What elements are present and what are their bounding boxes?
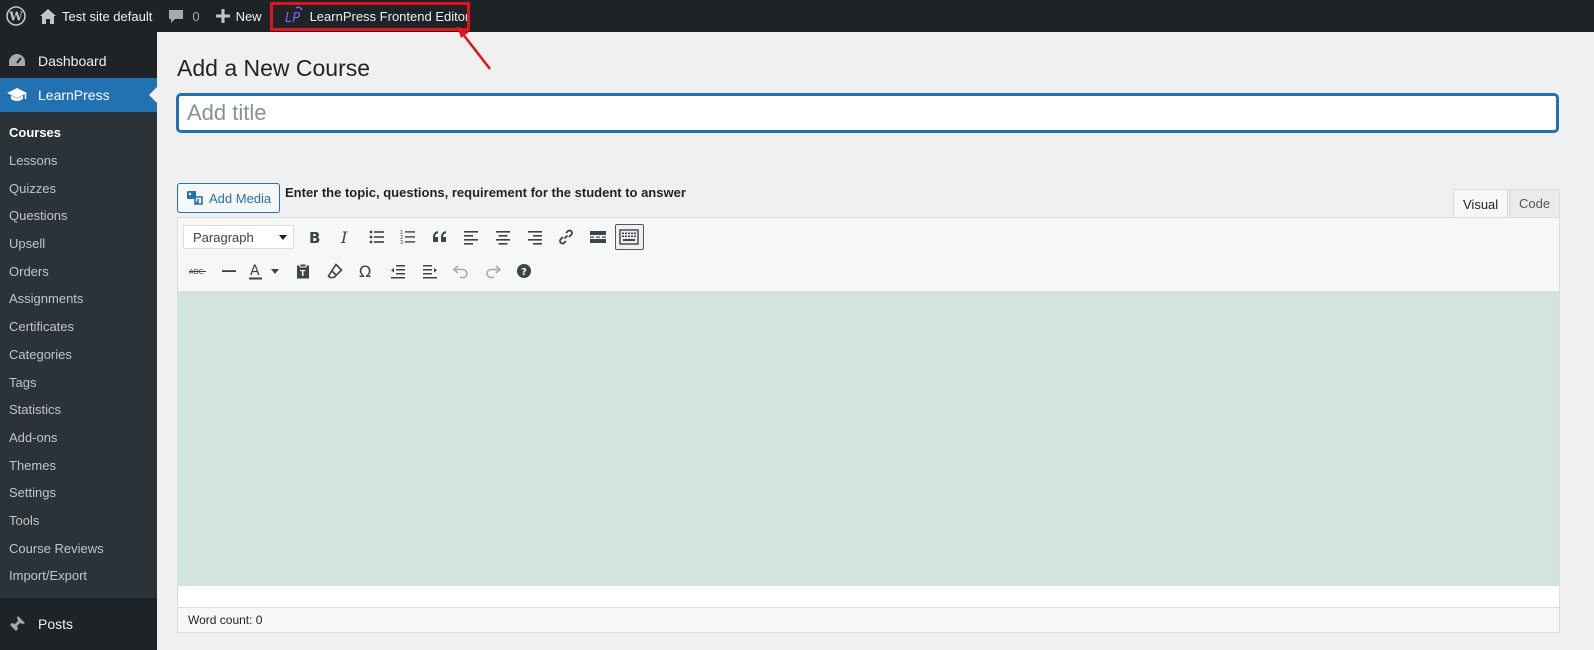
site-name-link[interactable]: Test site default <box>32 0 160 32</box>
page-title: Add a New Course <box>177 55 371 81</box>
link-icon[interactable] <box>552 224 581 250</box>
bold-icon[interactable]: B <box>299 224 328 250</box>
submenu-item-add-ons[interactable]: Add-ons <box>0 424 157 452</box>
menu-learnpress[interactable]: LearnPress <box>0 78 157 112</box>
editor-toolbar: Paragraph B I 123 ABC A T <box>178 218 1559 292</box>
toolbar-row-1: Paragraph B I 123 <box>183 224 647 250</box>
helper-text: Enter the topic, questions, requirement … <box>285 185 686 200</box>
redo-icon[interactable] <box>478 258 507 284</box>
menu-dashboard[interactable]: Dashboard <box>0 44 157 78</box>
caret-down-icon <box>279 234 287 240</box>
submenu-item-themes[interactable]: Themes <box>0 451 157 479</box>
svg-text:?: ? <box>522 267 528 278</box>
italic-icon[interactable]: I <box>331 224 360 250</box>
clear-formatting-icon[interactable] <box>320 258 349 284</box>
submenu-item-orders[interactable]: Orders <box>0 257 157 285</box>
tab-code[interactable]: Code <box>1509 189 1561 217</box>
site-name: Test site default <box>62 8 153 24</box>
indent-icon[interactable] <box>415 258 444 284</box>
learnpress-submenu: Courses Lessons Quizzes Questions Upsell… <box>0 112 157 598</box>
bullet-list-icon[interactable] <box>362 224 391 250</box>
media-icon <box>186 189 204 207</box>
new-label: New <box>235 8 262 24</box>
align-right-icon[interactable] <box>520 224 549 250</box>
submenu-item-tags[interactable]: Tags <box>0 368 157 396</box>
editor-content-area[interactable] <box>178 292 1559 586</box>
svg-text:W: W <box>8 10 23 24</box>
submenu-item-categories[interactable]: Categories <box>0 341 157 369</box>
format-select[interactable]: Paragraph <box>183 225 294 249</box>
comments-link[interactable]: 0 <box>160 0 207 32</box>
submenu-item-quizzes[interactable]: Quizzes <box>0 174 157 202</box>
svg-text:3: 3 <box>400 240 403 245</box>
menu-posts-label: Posts <box>38 615 74 632</box>
main-content: Add a New Course Add Media Enter the top… <box>157 32 1594 650</box>
paste-as-text-icon[interactable]: T <box>289 258 318 284</box>
blockquote-icon[interactable] <box>425 224 454 250</box>
submenu-item-upsell[interactable]: Upsell <box>0 230 157 258</box>
dashboard-icon <box>6 52 28 70</box>
read-more-icon[interactable] <box>583 224 612 250</box>
submenu-item-tools[interactable]: Tools <box>0 507 157 535</box>
new-content-link[interactable]: New <box>208 0 270 32</box>
special-character-icon[interactable]: Ω <box>352 258 381 284</box>
editor-statusbar: Word count: 0 <box>178 607 1559 632</box>
add-media-button[interactable]: Add Media <box>177 183 281 213</box>
admin-bar: W Test site default 0 New LP LearnPress … <box>0 0 1594 32</box>
word-count: Word count: 0 <box>188 613 263 627</box>
submenu-item-courses[interactable]: Courses <box>0 119 157 147</box>
wordpress-logo-icon[interactable]: W <box>0 0 32 32</box>
plus-icon <box>215 9 230 23</box>
svg-text:T: T <box>300 269 306 278</box>
submenu-item-questions[interactable]: Questions <box>0 202 157 230</box>
strikethrough-icon[interactable]: ABC <box>183 258 212 284</box>
highlight-box <box>270 2 470 31</box>
svg-text:I: I <box>340 229 348 245</box>
pushpin-icon <box>6 615 28 633</box>
format-select-value: Paragraph <box>193 229 254 245</box>
comments-count: 0 <box>192 8 200 24</box>
toolbar-toggle-icon[interactable] <box>614 224 644 250</box>
submenu-item-assignments[interactable]: Assignments <box>0 285 157 313</box>
undo-icon[interactable] <box>447 258 476 284</box>
numbered-list-icon[interactable]: 123 <box>394 224 423 250</box>
graduation-cap-icon <box>6 87 28 103</box>
editor-resize-area <box>178 586 1559 608</box>
text-color-icon[interactable]: A <box>246 258 286 284</box>
menu-dashboard-label: Dashboard <box>38 53 107 69</box>
submenu-item-import-export[interactable]: Import/Export <box>0 562 157 590</box>
help-icon[interactable]: ? <box>510 258 539 284</box>
admin-sidebar: Dashboard LearnPress Courses Lessons Qui… <box>0 32 157 650</box>
course-title-input[interactable] <box>177 94 1558 132</box>
horizontal-line-icon[interactable] <box>215 258 244 284</box>
tab-visual[interactable]: Visual <box>1453 189 1509 218</box>
content-editor: Paragraph B I 123 ABC A T <box>177 217 1560 633</box>
submenu-item-settings[interactable]: Settings <box>0 479 157 507</box>
home-icon <box>40 8 56 24</box>
submenu-item-statistics[interactable]: Statistics <box>0 396 157 424</box>
submenu-item-course-reviews[interactable]: Course Reviews <box>0 534 157 562</box>
comment-icon <box>168 9 184 24</box>
menu-posts[interactable]: Posts <box>0 607 157 641</box>
outdent-icon[interactable] <box>384 258 413 284</box>
align-center-icon[interactable] <box>489 224 518 250</box>
align-left-icon[interactable] <box>457 224 486 250</box>
submenu-item-certificates[interactable]: Certificates <box>0 313 157 341</box>
svg-text:B: B <box>309 229 320 245</box>
add-media-label: Add Media <box>209 190 272 206</box>
svg-text:A: A <box>250 263 260 279</box>
menu-learnpress-label: LearnPress <box>38 87 110 103</box>
toolbar-row-2: ABC A T Ω ? <box>183 258 542 284</box>
svg-text:Ω: Ω <box>359 263 371 279</box>
submenu-item-lessons[interactable]: Lessons <box>0 147 157 175</box>
